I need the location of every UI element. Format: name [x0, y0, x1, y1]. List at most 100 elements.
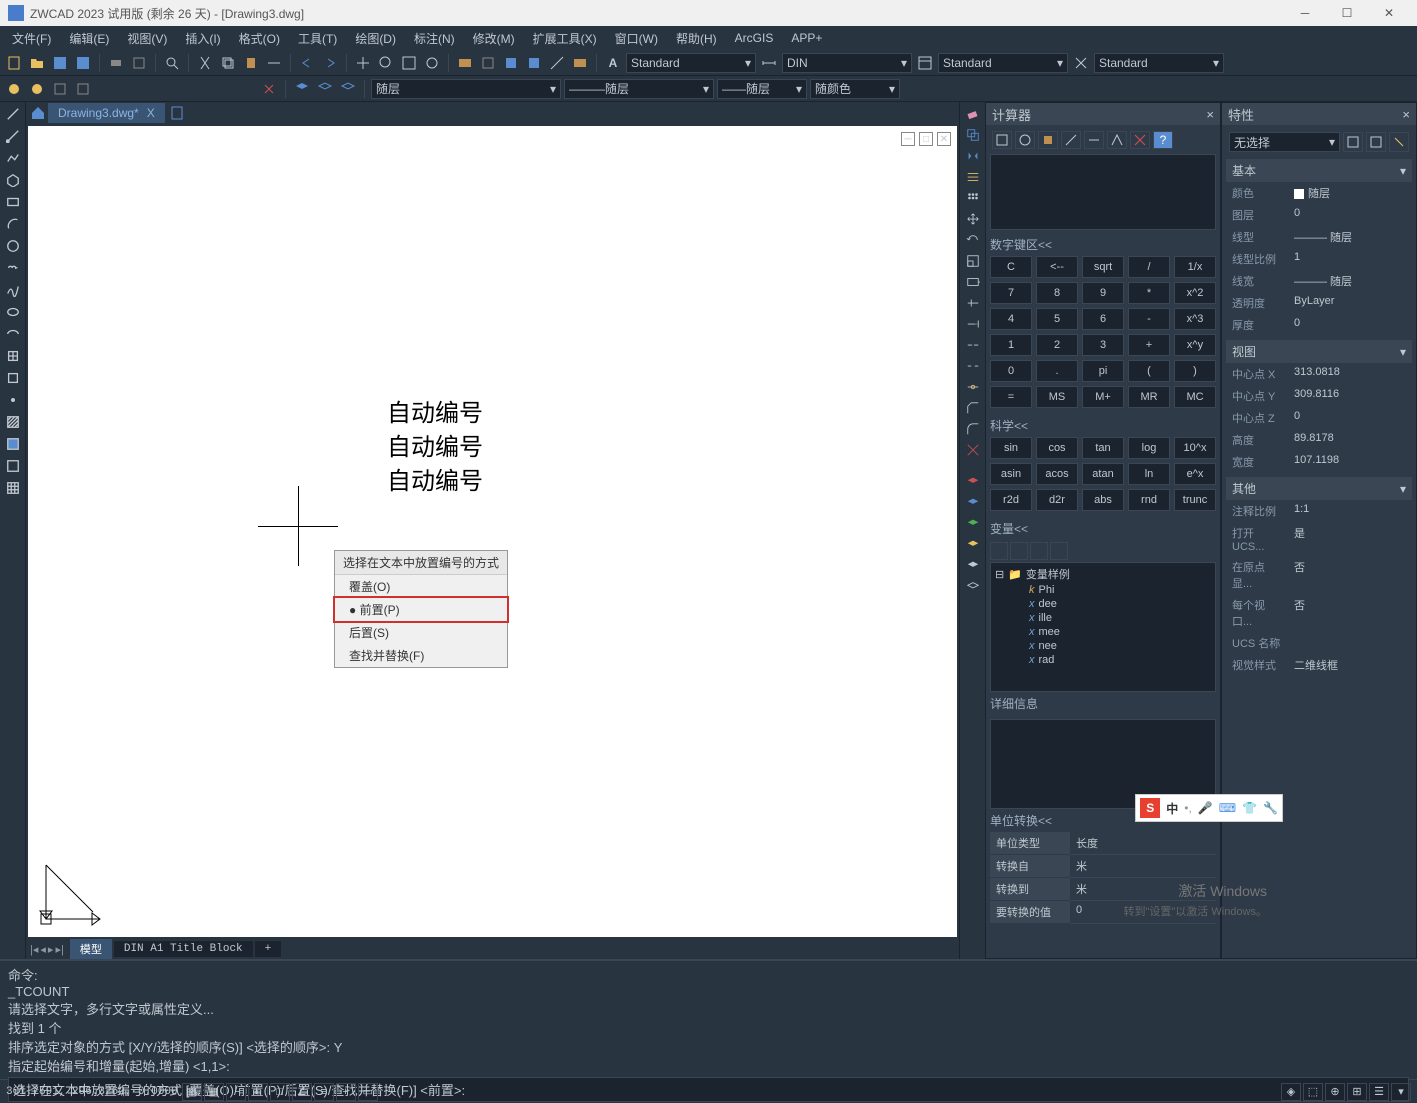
- match-props-icon[interactable]: [264, 53, 284, 73]
- props-select-icon[interactable]: [1366, 132, 1386, 152]
- trim-icon[interactable]: [962, 293, 984, 313]
- open-icon[interactable]: [27, 53, 47, 73]
- polyline-icon[interactable]: [2, 148, 24, 168]
- var-item-rad[interactable]: x rad: [993, 653, 1213, 667]
- ml-style-combo[interactable]: Standard▾: [1094, 53, 1224, 73]
- status-r2-icon[interactable]: ⬚: [1303, 1083, 1323, 1101]
- toolbox1-icon[interactable]: [455, 53, 475, 73]
- text-style-combo[interactable]: Standard▾: [626, 53, 756, 73]
- calc-btn-asin[interactable]: asin: [990, 463, 1032, 485]
- save-icon[interactable]: [50, 53, 70, 73]
- calc-btn-0[interactable]: 0: [990, 360, 1032, 382]
- calc-btn-d2r[interactable]: d2r: [1036, 489, 1078, 511]
- calc-btn-MS[interactable]: MS: [1036, 386, 1078, 408]
- layout-tab-model[interactable]: 模型: [70, 939, 112, 959]
- ray-icon[interactable]: [2, 126, 24, 146]
- layer-tool-6[interactable]: [962, 577, 984, 597]
- calc-btn-1/x[interactable]: 1/x: [1174, 256, 1216, 278]
- break-icon[interactable]: [962, 356, 984, 376]
- calc-getint-icon[interactable]: [1130, 131, 1150, 149]
- calc-display[interactable]: [990, 154, 1216, 230]
- var-item-dee[interactable]: x dee: [993, 597, 1213, 611]
- find-icon[interactable]: [162, 53, 182, 73]
- ime-punct-icon[interactable]: •,: [1184, 801, 1192, 815]
- calc-btn-C[interactable]: C: [990, 256, 1032, 278]
- var-calc-icon[interactable]: [1050, 542, 1068, 560]
- scale-icon[interactable]: [962, 251, 984, 271]
- calc-clear-icon[interactable]: [992, 131, 1012, 149]
- rotate-icon[interactable]: [962, 230, 984, 250]
- region-icon[interactable]: [2, 456, 24, 476]
- popup-item-prefix[interactable]: ● 前置(P): [333, 596, 509, 623]
- calc-history-icon[interactable]: [1015, 131, 1035, 149]
- props-object-selector[interactable]: 无选择▾: [1229, 132, 1340, 152]
- status-otrack-icon[interactable]: ∠: [292, 1083, 312, 1101]
- menu-ext-tools[interactable]: 扩展工具(X): [525, 27, 605, 50]
- explode-icon[interactable]: [962, 440, 984, 460]
- menu-app[interactable]: APP+: [783, 28, 830, 48]
- status-osnap-icon[interactable]: □: [270, 1083, 290, 1101]
- hatch-icon[interactable]: [2, 412, 24, 432]
- ime-voice-icon[interactable]: 🎤: [1198, 801, 1213, 815]
- calc-btn-tan[interactable]: tan: [1082, 437, 1124, 459]
- undo-icon[interactable]: [297, 53, 317, 73]
- revcloud-icon[interactable]: [2, 258, 24, 278]
- fillet-icon[interactable]: [962, 419, 984, 439]
- calc-btn-*[interactable]: *: [1128, 282, 1170, 304]
- layer-tool-1[interactable]: [962, 472, 984, 492]
- calc-btn-9[interactable]: 9: [1082, 282, 1124, 304]
- circle-icon[interactable]: [2, 236, 24, 256]
- ime-skin-icon[interactable]: 👕: [1242, 801, 1257, 815]
- menu-file[interactable]: 文件(F): [4, 27, 59, 50]
- text-style-icon[interactable]: A: [603, 53, 623, 73]
- calc-btn-3[interactable]: 3: [1082, 334, 1124, 356]
- dim-style-combo[interactable]: DIN▾: [782, 53, 912, 73]
- layout-tab-1[interactable]: DIN A1 Title Block: [114, 941, 253, 957]
- calc-btn-abs[interactable]: abs: [1082, 489, 1124, 511]
- toolbox4-icon[interactable]: [524, 53, 544, 73]
- calc-btn-+[interactable]: +: [1128, 334, 1170, 356]
- menu-format[interactable]: 格式(O): [231, 27, 288, 50]
- calc-btn-ln[interactable]: ln: [1128, 463, 1170, 485]
- prop-section-其他[interactable]: 其他▾: [1226, 477, 1412, 500]
- ime-tools-icon[interactable]: 🔧: [1263, 801, 1278, 815]
- calc-btn-x^y[interactable]: x^y: [1174, 334, 1216, 356]
- layers-icon[interactable]: [292, 79, 312, 99]
- dim-style-icon[interactable]: [759, 53, 779, 73]
- ellipse-icon[interactable]: [2, 302, 24, 322]
- point-icon[interactable]: [2, 390, 24, 410]
- print-preview-icon[interactable]: [129, 53, 149, 73]
- var-new-icon[interactable]: [990, 542, 1008, 560]
- redo-icon[interactable]: [320, 53, 340, 73]
- zoom-icon[interactable]: [376, 53, 396, 73]
- variable-tree[interactable]: ⊟ 📁 变量样例 k Phix deex illex meex neex rad: [990, 562, 1216, 692]
- calc-btn-sqrt[interactable]: sqrt: [1082, 256, 1124, 278]
- layout-prev-icon[interactable]: ◂: [40, 943, 46, 956]
- save-as-icon[interactable]: [73, 53, 93, 73]
- ime-keyboard-icon[interactable]: ⌨: [1219, 801, 1236, 815]
- offset-icon[interactable]: [962, 167, 984, 187]
- menu-arcgis[interactable]: ArcGIS: [727, 28, 782, 48]
- toolbox3-icon[interactable]: [501, 53, 521, 73]
- layout-tab-add[interactable]: +: [255, 941, 282, 957]
- arc-icon[interactable]: [2, 214, 24, 234]
- polygon-icon[interactable]: [2, 170, 24, 190]
- stretch-icon[interactable]: [962, 272, 984, 292]
- chamfer-icon[interactable]: [962, 398, 984, 418]
- layer-icon2[interactable]: [27, 79, 47, 99]
- layout-last-icon[interactable]: ▸|: [55, 943, 63, 956]
- calc-btn-<--[interactable]: <--: [1036, 256, 1078, 278]
- calc-getdist-icon[interactable]: [1084, 131, 1104, 149]
- var-section-title[interactable]: 变量<<: [990, 517, 1216, 540]
- cut-icon[interactable]: [195, 53, 215, 73]
- props-quick-icon[interactable]: [1389, 132, 1409, 152]
- zoom-prev-icon[interactable]: [422, 53, 442, 73]
- layout-first-icon[interactable]: |◂: [30, 943, 38, 956]
- layout-next-icon[interactable]: ▸: [48, 943, 54, 956]
- layer-combo-3[interactable]: —— 随层▾: [717, 79, 807, 99]
- break-at-point-icon[interactable]: [962, 335, 984, 355]
- home-tab-icon[interactable]: [28, 103, 48, 123]
- calc-btn-log[interactable]: log: [1128, 437, 1170, 459]
- calc-getangle-icon[interactable]: [1107, 131, 1127, 149]
- doc-tab-close-icon[interactable]: X: [147, 106, 155, 120]
